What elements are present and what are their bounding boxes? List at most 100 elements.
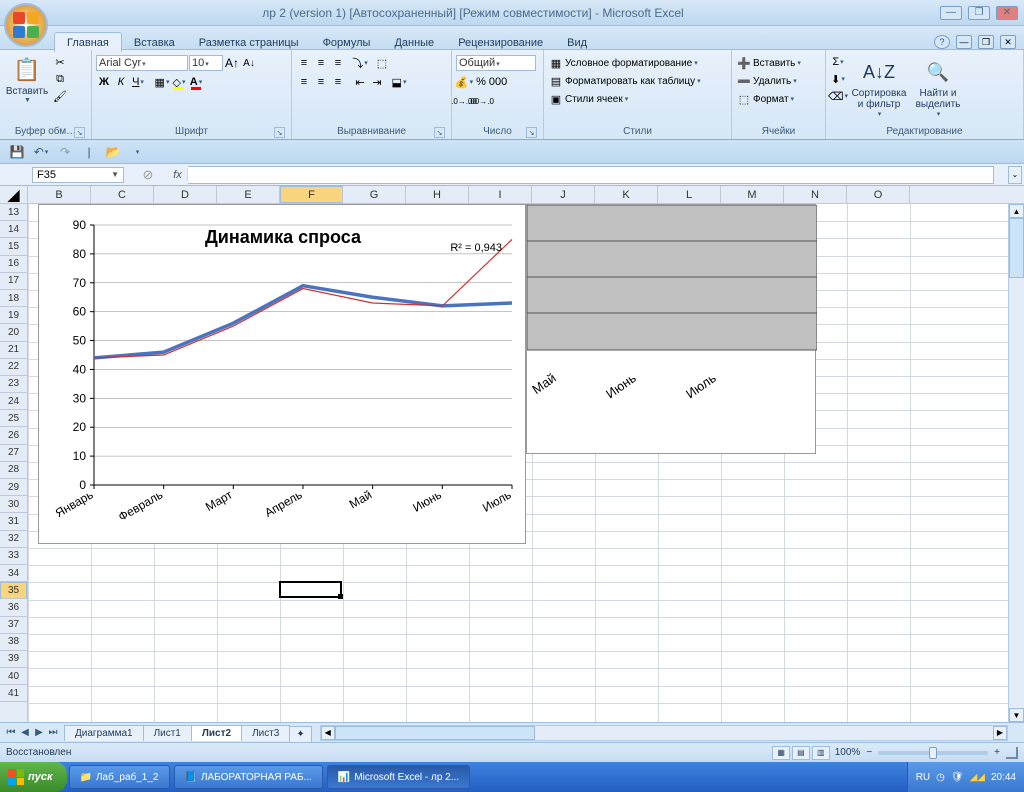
comma-icon[interactable]: 000 bbox=[490, 74, 506, 90]
page-break-view-icon[interactable]: ▥ bbox=[812, 746, 830, 760]
ribbon-tab-Главная[interactable]: Главная bbox=[54, 32, 122, 52]
row-header-16[interactable]: 16 bbox=[0, 256, 27, 273]
row-header-23[interactable]: 23 bbox=[0, 376, 27, 393]
row-header-34[interactable]: 34 bbox=[0, 565, 27, 582]
format-cells-button[interactable]: ⬚Формат▾ bbox=[736, 91, 794, 107]
sheet-nav-prev-icon[interactable]: ◀ bbox=[18, 727, 32, 738]
zoom-in-icon[interactable]: + bbox=[994, 747, 1000, 758]
start-button[interactable]: пуск bbox=[0, 762, 67, 792]
autosum-icon[interactable]: Σ▾ bbox=[830, 54, 846, 70]
row-header-26[interactable]: 26 bbox=[0, 427, 27, 444]
save-icon[interactable]: 💾 bbox=[8, 143, 26, 161]
scroll-left-icon[interactable]: ◀ bbox=[321, 726, 335, 740]
number-launcher[interactable]: ↘ bbox=[526, 127, 537, 138]
align-top-icon[interactable]: ≡ bbox=[296, 55, 312, 71]
row-header-32[interactable]: 32 bbox=[0, 531, 27, 548]
new-sheet-button[interactable]: ✦ bbox=[289, 726, 311, 742]
merge-center-icon[interactable]: ⬓▾ bbox=[391, 74, 407, 90]
currency-icon[interactable]: 💰▾ bbox=[456, 74, 472, 90]
row-header-21[interactable]: 21 bbox=[0, 342, 27, 359]
fx-icon[interactable]: fx bbox=[168, 169, 188, 181]
row-header-14[interactable]: 14 bbox=[0, 221, 27, 238]
font-color-button[interactable]: А▾ bbox=[188, 74, 204, 90]
vertical-scrollbar[interactable]: ▲ ▼ bbox=[1008, 204, 1024, 722]
wrap-text-icon[interactable]: ⬚ bbox=[374, 55, 390, 71]
border-button[interactable]: ▦▾ bbox=[154, 74, 170, 90]
tray-signal-icon[interactable]: ◢◢ bbox=[970, 772, 985, 783]
conditional-formatting-button[interactable]: ▦Условное форматирование▾ bbox=[548, 55, 698, 71]
row-header-18[interactable]: 18 bbox=[0, 290, 27, 307]
minimize-button[interactable]: — bbox=[940, 6, 962, 20]
column-header-C[interactable]: C bbox=[91, 186, 154, 203]
horizontal-scrollbar[interactable]: ◀ ▶ bbox=[320, 725, 1008, 741]
sheet-nav-last-icon[interactable]: ⏭ bbox=[46, 727, 60, 738]
column-header-E[interactable]: E bbox=[217, 186, 280, 203]
normal-view-icon[interactable]: ▦ bbox=[772, 746, 790, 760]
qat-customize-icon[interactable]: ▾ bbox=[128, 143, 146, 161]
align-left-icon[interactable]: ≡ bbox=[296, 74, 312, 90]
mdi-restore-button[interactable]: ❐ bbox=[978, 35, 994, 49]
taskbar-item[interactable]: 📁Лаб_раб_1_2 bbox=[69, 765, 170, 789]
row-header-17[interactable]: 17 bbox=[0, 273, 27, 290]
row-header-41[interactable]: 41 bbox=[0, 685, 27, 702]
row-header-20[interactable]: 20 bbox=[0, 324, 27, 341]
column-header-G[interactable]: G bbox=[343, 186, 406, 203]
redo-icon[interactable]: ↷ bbox=[56, 143, 74, 161]
clipboard-launcher[interactable]: ↘ bbox=[74, 127, 85, 138]
row-header-22[interactable]: 22 bbox=[0, 359, 27, 376]
undo-icon[interactable]: ↶▾ bbox=[32, 143, 50, 161]
select-all-corner[interactable]: ◢ bbox=[0, 186, 27, 204]
column-header-I[interactable]: I bbox=[469, 186, 532, 203]
increase-indent-icon[interactable]: ⇥ bbox=[369, 74, 385, 90]
insert-cells-button[interactable]: ➕Вставить▾ bbox=[736, 55, 801, 71]
font-launcher[interactable]: ↘ bbox=[274, 127, 285, 138]
open-icon[interactable]: 📂 bbox=[104, 143, 122, 161]
column-header-L[interactable]: L bbox=[658, 186, 721, 203]
align-center-icon[interactable]: ≡ bbox=[313, 74, 329, 90]
find-select-button[interactable]: 🔍 Найти и выделить▾ bbox=[912, 54, 964, 120]
column-header-F[interactable]: F bbox=[280, 186, 343, 203]
clear-icon[interactable]: ⌫▾ bbox=[830, 88, 846, 104]
column-header-M[interactable]: M bbox=[721, 186, 784, 203]
row-header-13[interactable]: 13 bbox=[0, 204, 27, 221]
fill-icon[interactable]: ⬇▾ bbox=[830, 71, 846, 87]
row-header-15[interactable]: 15 bbox=[0, 238, 27, 255]
taskbar-item[interactable]: 📘ЛАБОРАТОРНАЯ РАБ... bbox=[174, 765, 323, 789]
italic-button[interactable]: К bbox=[113, 74, 129, 90]
font-size-select[interactable]: 10▾ bbox=[189, 55, 223, 71]
embedded-chart-secondary[interactable]: МайИюньИюль bbox=[526, 204, 816, 454]
format-painter-icon[interactable]: 🖌 bbox=[52, 88, 68, 104]
office-button[interactable] bbox=[4, 3, 48, 47]
column-header-B[interactable]: B bbox=[28, 186, 91, 203]
align-right-icon[interactable]: ≡ bbox=[330, 74, 346, 90]
scroll-up-icon[interactable]: ▲ bbox=[1009, 204, 1024, 218]
row-header-30[interactable]: 30 bbox=[0, 496, 27, 513]
mdi-close-button[interactable]: ✕ bbox=[1000, 35, 1016, 49]
fill-handle[interactable] bbox=[338, 594, 343, 599]
resize-grip-icon[interactable] bbox=[1006, 747, 1018, 759]
row-header-36[interactable]: 36 bbox=[0, 599, 27, 616]
worksheet-grid[interactable]: ◢ 13141516171819202122232425262728293031… bbox=[0, 186, 1024, 722]
zoom-slider[interactable] bbox=[878, 751, 988, 755]
sheet-tab-Лист2[interactable]: Лист2 bbox=[191, 725, 242, 741]
maximize-button[interactable]: ❐ bbox=[968, 6, 990, 20]
row-header-39[interactable]: 39 bbox=[0, 651, 27, 668]
tray-network-icon[interactable]: 🛡 bbox=[951, 772, 964, 783]
sheet-tab-Лист1[interactable]: Лист1 bbox=[143, 725, 192, 741]
column-header-K[interactable]: K bbox=[595, 186, 658, 203]
row-header-38[interactable]: 38 bbox=[0, 634, 27, 651]
cut-icon[interactable]: ✂ bbox=[52, 54, 68, 70]
mdi-minimize-button[interactable]: — bbox=[956, 35, 972, 49]
scroll-right-icon[interactable]: ▶ bbox=[993, 726, 1007, 740]
row-header-29[interactable]: 29 bbox=[0, 479, 27, 496]
formula-input[interactable] bbox=[188, 166, 994, 184]
page-layout-view-icon[interactable]: ▤ bbox=[792, 746, 810, 760]
taskbar-item[interactable]: 📊Microsoft Excel - лр 2... bbox=[327, 765, 470, 789]
copy-icon[interactable]: ⧉ bbox=[52, 71, 68, 87]
orientation-icon[interactable]: ⤵▾ bbox=[352, 55, 368, 71]
embedded-chart-main[interactable]: 0102030405060708090ЯнварьФевральМартАпре… bbox=[38, 204, 526, 544]
clock[interactable]: 20:44 bbox=[991, 772, 1016, 783]
row-header-35[interactable]: 35 bbox=[0, 582, 27, 599]
row-header-25[interactable]: 25 bbox=[0, 410, 27, 427]
name-box[interactable]: F35 ▼ bbox=[32, 167, 124, 183]
